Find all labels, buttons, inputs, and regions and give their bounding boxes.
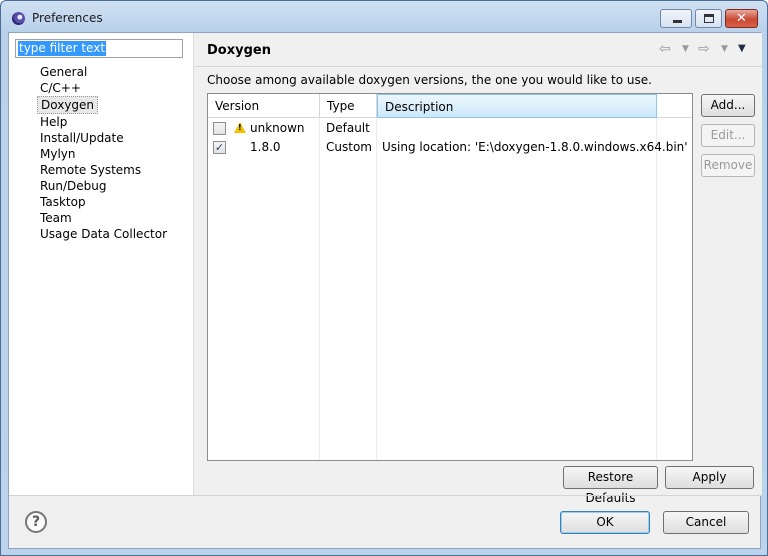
column-divider (656, 118, 657, 460)
tree-item-doxygen[interactable]: Doxygen (37, 96, 99, 114)
column-divider (376, 118, 377, 460)
page-title: Doxygen (207, 43, 271, 58)
close-icon: ✕ (736, 11, 747, 26)
tree-item-install-update[interactable]: Install/Update (37, 131, 127, 145)
column-header-filler (657, 94, 692, 118)
version-cell: unknown (250, 121, 305, 135)
add-button[interactable]: Add... (701, 94, 755, 117)
tree-item-mylyn[interactable]: Mylyn (37, 147, 79, 161)
window-title: Preferences (32, 11, 103, 25)
tree-item-usage-data-collector[interactable]: Usage Data Collector (37, 227, 170, 241)
version-cell: 1.8.0 (250, 140, 281, 154)
column-header-type[interactable]: Type (320, 94, 377, 118)
tree-item-cpp[interactable]: C/C++ (37, 81, 84, 95)
title-bar[interactable]: Preferences ✕ (1, 1, 767, 33)
preference-tree: General C/C++ Doxygen Help Install/Updat… (37, 64, 170, 242)
checkmark-icon: ✓ (214, 141, 225, 154)
tree-item-help[interactable]: Help (37, 115, 70, 129)
filter-text: type filter text (18, 41, 107, 56)
ok-button[interactable]: OK (560, 511, 650, 534)
row-checkbox[interactable]: ✓ (213, 141, 226, 154)
back-dropdown-icon[interactable]: ▼ (682, 40, 689, 58)
table-row[interactable]: ✓ 1.8.0 Custom Using location: 'E:\doxyg… (208, 138, 692, 157)
tree-item-run-debug[interactable]: Run/Debug (37, 179, 110, 193)
close-button[interactable]: ✕ (725, 9, 758, 28)
tree-item-general[interactable]: General (37, 65, 90, 79)
restore-defaults-button[interactable]: Restore Defaults (563, 466, 658, 505)
edit-button[interactable]: Edit... (701, 124, 755, 147)
preferences-window: Preferences ✕ type filter text General C… (0, 0, 768, 556)
row-checkbox[interactable] (213, 122, 226, 135)
tree-item-remote-systems[interactable]: Remote Systems (37, 163, 144, 177)
eclipse-app-icon (12, 12, 25, 25)
table-row[interactable]: ! unknown Default (208, 119, 692, 138)
footer-divider (9, 495, 762, 496)
back-arrow-icon[interactable]: ⇦ (659, 40, 671, 58)
tree-item-team[interactable]: Team (37, 211, 75, 225)
page-description: Choose among available doxygen versions,… (207, 73, 652, 87)
preference-tree-pane: type filter text General C/C++ Doxygen H… (9, 33, 194, 495)
type-cell: Default (326, 121, 370, 135)
minimize-button[interactable] (660, 9, 692, 28)
tree-item-tasktop[interactable]: Tasktop (37, 195, 89, 209)
maximize-icon (704, 14, 714, 23)
title-divider (195, 66, 762, 67)
filter-input[interactable]: type filter text (15, 39, 183, 58)
help-icon[interactable]: ? (25, 511, 47, 533)
maximize-button[interactable] (695, 9, 722, 28)
preference-page: Doxygen ⇦ ▼ ⇨ ▼ ▼ Choose among available… (195, 33, 762, 505)
minimize-icon (673, 20, 682, 23)
apply-button[interactable]: Apply (665, 466, 754, 489)
warning-icon: ! (234, 122, 246, 133)
doxygen-versions-table[interactable]: Version Type Description ! unknown Defau… (207, 93, 693, 461)
view-menu-icon[interactable]: ▼ (738, 40, 746, 58)
forward-dropdown-icon[interactable]: ▼ (721, 40, 728, 58)
remove-button[interactable]: Remove (701, 154, 755, 177)
forward-arrow-icon[interactable]: ⇨ (698, 40, 710, 58)
dialog-client-area: type filter text General C/C++ Doxygen H… (8, 32, 762, 549)
column-header-version[interactable]: Version (208, 94, 320, 118)
column-divider (319, 118, 320, 460)
type-cell: Custom (326, 140, 372, 154)
column-header-description[interactable]: Description (377, 94, 657, 118)
cancel-button[interactable]: Cancel (663, 511, 749, 534)
description-cell: Using location: 'E:\doxygen-1.8.0.window… (382, 140, 688, 154)
